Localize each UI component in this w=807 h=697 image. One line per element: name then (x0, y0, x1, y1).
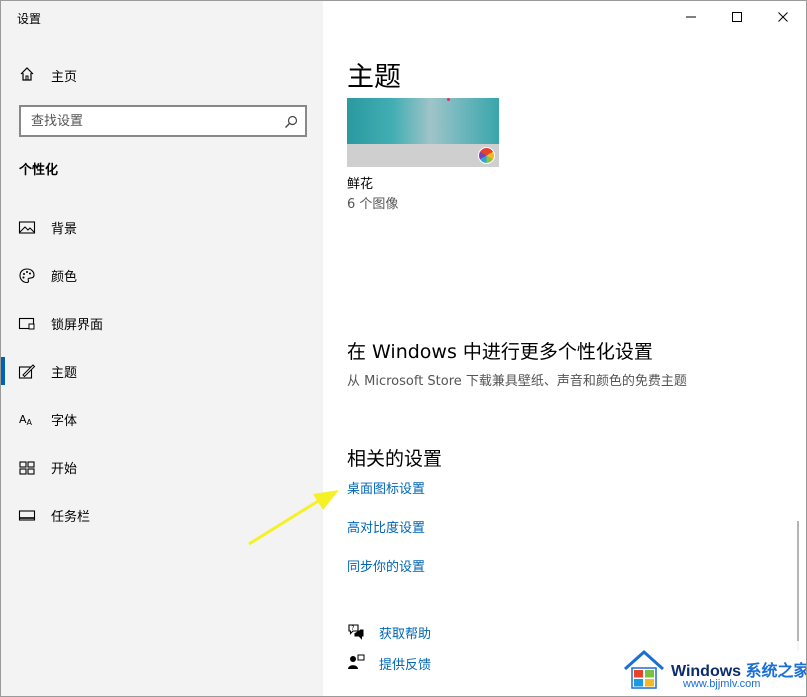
sidebar-item-start[interactable]: 开始 (1, 451, 323, 499)
feedback-link[interactable]: 提供反馈 (347, 652, 547, 674)
fonts-icon: AA (18, 411, 36, 429)
svg-text:A: A (27, 418, 33, 427)
desktop-icon-settings-link[interactable]: 桌面图标设置 (347, 478, 425, 497)
sync-settings-link[interactable]: 同步你的设置 (347, 556, 425, 575)
theme-preview-bar (347, 144, 499, 167)
sidebar-item-lockscreen[interactable]: 锁屏界面 (1, 307, 323, 355)
theme-thumbnail[interactable] (347, 98, 499, 167)
section-title: 个性化 (19, 163, 59, 178)
more-personalization-title: 在 Windows 中进行更多个性化设置 (347, 341, 653, 363)
theme-name: 鲜花 (347, 177, 374, 192)
related-settings-title: 相关的设置 (347, 448, 443, 470)
watermark: Windows 系统之家 www.bjjmlv.com (613, 641, 806, 696)
sidebar-item-taskbar[interactable]: 任务栏 (1, 499, 323, 547)
search-icon[interactable] (284, 114, 298, 128)
taskbar-icon (18, 507, 36, 525)
lockscreen-icon (18, 315, 36, 333)
picture-icon (18, 219, 36, 237)
sidebar-item-home[interactable]: 主页 (1, 59, 323, 91)
settings-window: 设置 主页 个性化 背景 (0, 0, 807, 697)
sidebar-item-colors[interactable]: 颜色 (1, 259, 323, 307)
app-title: 设置 (17, 12, 42, 26)
sidebar-item-label: 主页 (51, 70, 78, 85)
sidebar-item-themes[interactable]: 主题 (1, 355, 323, 403)
sidebar-item-fonts[interactable]: AA 字体 (1, 403, 323, 451)
house-logo-icon (623, 649, 665, 689)
theme-preview-image (347, 98, 499, 144)
sidebar-item-label: 任务栏 (51, 510, 91, 525)
sidebar-item-label: 字体 (51, 414, 78, 429)
sidebar-item-label: 颜色 (51, 270, 78, 285)
sidebar-item-label: 主题 (51, 366, 78, 381)
sidebar-item-background[interactable]: 背景 (1, 211, 323, 259)
more-personalization-description: 从 Microsoft Store 下载兼具壁纸、声音和颜色的免费主题 (347, 374, 687, 389)
sidebar-nav: 背景 颜色 锁屏界面 主题 A A 字体 开始 任务栏 (1, 211, 323, 547)
svg-text:?: ? (351, 625, 354, 632)
themes-icon (18, 363, 36, 381)
search-input[interactable] (21, 107, 271, 135)
get-help-link[interactable]: ? 获取帮助 (347, 621, 547, 643)
palette-icon (18, 267, 36, 285)
sidebar: 设置 主页 个性化 背景 (1, 1, 323, 696)
color-wheel-icon (478, 147, 495, 164)
home-icon (19, 66, 35, 82)
watermark-url: www.bjjmlv.com (683, 678, 761, 690)
sidebar-item-label: 锁屏界面 (51, 318, 104, 333)
start-icon (18, 459, 36, 477)
feedback-person-icon (347, 653, 365, 671)
page-title: 主题 (347, 62, 401, 93)
search-box (19, 105, 307, 137)
feedback-label: 提供反馈 (379, 658, 432, 673)
scrollbar[interactable] (797, 521, 799, 651)
sidebar-item-label: 背景 (51, 222, 78, 237)
selection-indicator (1, 357, 5, 385)
help-chat-icon: ? (347, 622, 365, 640)
get-help-label: 获取帮助 (379, 627, 432, 642)
main-content: 主题 鲜花 6 个图像 在 Windows 中进行更多个性化设置 从 Micro… (323, 1, 806, 696)
sidebar-item-label: 开始 (51, 462, 78, 477)
theme-image-count: 6 个图像 (347, 197, 399, 212)
flower-dot (447, 98, 450, 101)
high-contrast-settings-link[interactable]: 高对比度设置 (347, 517, 425, 536)
